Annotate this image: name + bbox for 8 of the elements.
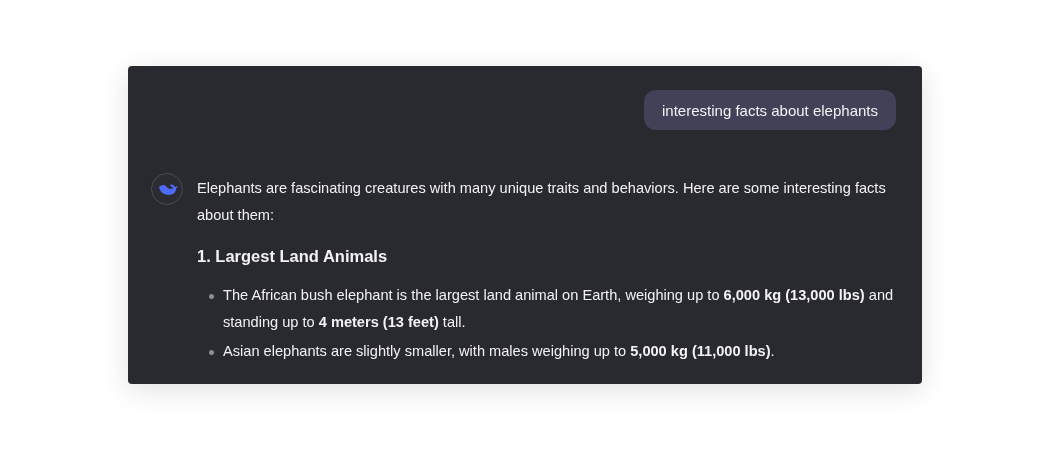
bullet-text: The African bush elephant is the largest land animal on Earth, weighing up to 6,000 kg (13,000 lbs) and standing up to 4 meters (13 feet) tall. <box>223 286 895 332</box>
section-heading: 1. Largest Land Animals <box>197 246 389 267</box>
whale-icon <box>151 173 183 205</box>
intro-text: Elephants are fascinating creatures with many unique traits and behaviors. Here are some interesting facts about them: <box>197 179 887 225</box>
user-message: interesting facts about elephants <box>644 90 896 130</box>
bullet-text: Asian elephants are slightly smaller, with males weighing up to 5,000 kg (11,000 lbs). <box>223 342 775 361</box>
bullet-icon <box>209 294 214 299</box>
bullet-icon <box>209 350 214 355</box>
